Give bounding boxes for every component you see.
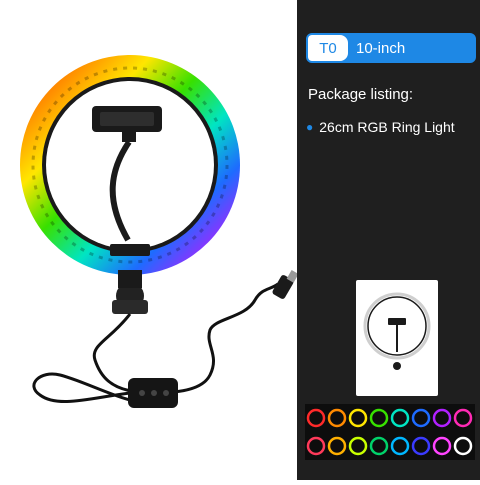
color-rings bbox=[306, 408, 473, 456]
product-photo-area bbox=[0, 0, 299, 480]
package-listing-title: Package listing: bbox=[308, 86, 414, 103]
color-ring-swatch bbox=[411, 436, 431, 456]
color-ring-swatch bbox=[327, 408, 347, 428]
package-item-label: 26cm RGB Ring Light bbox=[319, 119, 455, 135]
color-ring-swatch bbox=[411, 408, 431, 428]
color-ring-swatch bbox=[369, 436, 389, 456]
product-thumbnail bbox=[356, 280, 438, 396]
color-ring-swatch bbox=[348, 408, 368, 428]
color-ring-swatch bbox=[306, 408, 326, 428]
color-ring-swatch bbox=[390, 408, 410, 428]
color-modes-strip bbox=[305, 404, 475, 460]
package-list-item: ● 26cm RGB Ring Light bbox=[306, 119, 455, 135]
variant-selector[interactable]: T0 10-inch bbox=[306, 33, 476, 63]
variant-code: T0 bbox=[308, 35, 348, 61]
color-ring-swatch bbox=[390, 436, 410, 456]
color-ring-swatch bbox=[453, 436, 473, 456]
variant-name: 10-inch bbox=[356, 39, 406, 57]
color-ring-swatch bbox=[432, 408, 452, 428]
ring-light-photo bbox=[20, 55, 299, 408]
color-ring-swatch bbox=[453, 408, 473, 428]
color-ring-swatch bbox=[348, 436, 368, 456]
color-ring-swatch bbox=[306, 436, 326, 456]
bullet-icon: ● bbox=[306, 120, 314, 134]
color-ring-swatch bbox=[432, 436, 452, 456]
ring-thumbnail-image bbox=[363, 292, 431, 370]
color-ring-swatch bbox=[369, 408, 389, 428]
color-ring-swatch bbox=[327, 436, 347, 456]
